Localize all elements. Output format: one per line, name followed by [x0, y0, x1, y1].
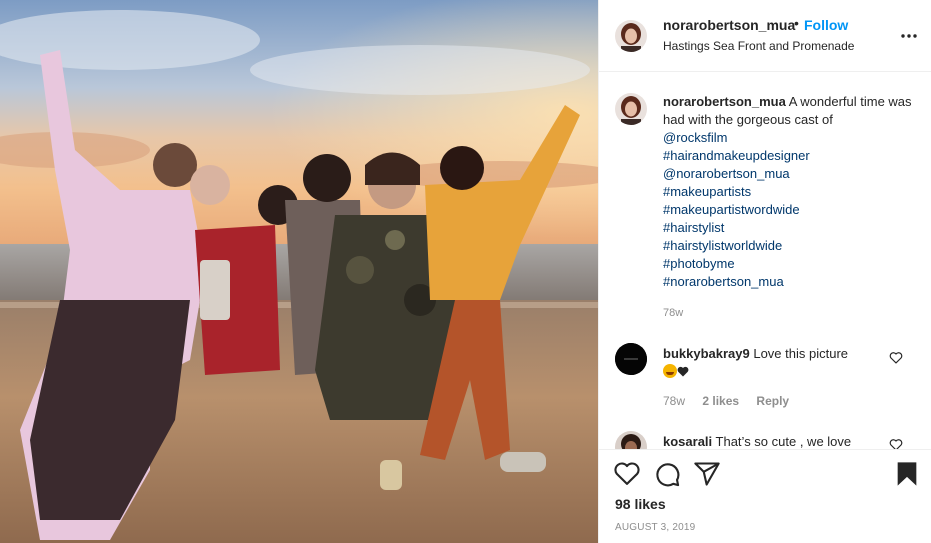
- likes-count[interactable]: 98 likes: [615, 496, 666, 512]
- avatar-image: [615, 93, 647, 125]
- caption-link[interactable]: #hairstylistworldwide: [663, 237, 913, 255]
- reply-button[interactable]: Reply: [756, 394, 789, 408]
- comment-likes[interactable]: 2 likes: [702, 394, 739, 408]
- caption-link[interactable]: #norarobertson_mua: [663, 273, 913, 291]
- more-icon[interactable]: [899, 26, 919, 46]
- post-modal: norarobertson_mua • Follow Hastings Sea …: [0, 0, 931, 543]
- follow-button[interactable]: Follow: [804, 17, 848, 33]
- avatar-image: [615, 431, 647, 449]
- comment: bukkybakray9 Love this picture: [663, 345, 883, 382]
- comments-list[interactable]: norarobertson_mua A wonderful time was h…: [599, 73, 931, 449]
- post-photo[interactable]: [0, 0, 598, 543]
- comment-meta: 78w 2 likes Reply: [663, 394, 803, 408]
- comment-icon[interactable]: [653, 460, 681, 488]
- comment-body: That’s so cute , we love: [712, 434, 852, 449]
- caption-avatar[interactable]: [615, 93, 647, 125]
- comment: kosarali That’s so cute , we love: [663, 433, 893, 449]
- caption-link[interactable]: #makeupartists: [663, 183, 913, 201]
- caption-link[interactable]: @norarobertson_mua: [663, 165, 913, 183]
- post-username[interactable]: norarobertson_mua: [663, 17, 795, 33]
- caption-timestamp[interactable]: 78w: [663, 307, 683, 319]
- post-header: norarobertson_mua • Follow Hastings Sea …: [599, 0, 931, 72]
- caption-link[interactable]: @rocksfilm: [663, 129, 913, 147]
- caption-link[interactable]: #hairstylist: [663, 219, 913, 237]
- post-location[interactable]: Hastings Sea Front and Promenade: [663, 39, 854, 53]
- separator-dot: •: [794, 15, 799, 31]
- beach-group-photo: [0, 0, 598, 543]
- caption-link[interactable]: #hairandmakeupdesigner: [663, 147, 913, 165]
- post-date[interactable]: AUGUST 3, 2019: [615, 522, 695, 533]
- comment-username[interactable]: bukkybakray9: [663, 346, 750, 361]
- comment-avatar[interactable]: [615, 343, 647, 375]
- caption: norarobertson_mua A wonderful time was h…: [663, 93, 913, 291]
- heart-icon[interactable]: [613, 460, 641, 488]
- post-actions: 98 likes AUGUST 3, 2019: [599, 449, 931, 543]
- share-icon[interactable]: [693, 460, 721, 488]
- comment-like-heart-icon[interactable]: [889, 351, 903, 365]
- caption-link[interactable]: #makeupartistwordwide: [663, 201, 913, 219]
- comment-avatar[interactable]: [615, 431, 647, 449]
- caption-username[interactable]: norarobertson_mua: [663, 94, 786, 109]
- heart-eyes-emoji-icon: [663, 364, 677, 378]
- comment-username[interactable]: kosarali: [663, 434, 712, 449]
- comment-like-heart-icon[interactable]: [889, 438, 903, 449]
- avatar[interactable]: [615, 20, 647, 52]
- comment-body: Love this picture: [749, 346, 849, 361]
- caption-link[interactable]: #photobyme: [663, 255, 913, 273]
- post-details-panel: norarobertson_mua • Follow Hastings Sea …: [598, 0, 931, 543]
- black-heart-icon: [677, 364, 689, 382]
- avatar-image: [615, 20, 647, 52]
- comment-timestamp[interactable]: 78w: [663, 394, 685, 408]
- bookmark-icon[interactable]: [893, 460, 921, 488]
- avatar-image: [615, 343, 647, 375]
